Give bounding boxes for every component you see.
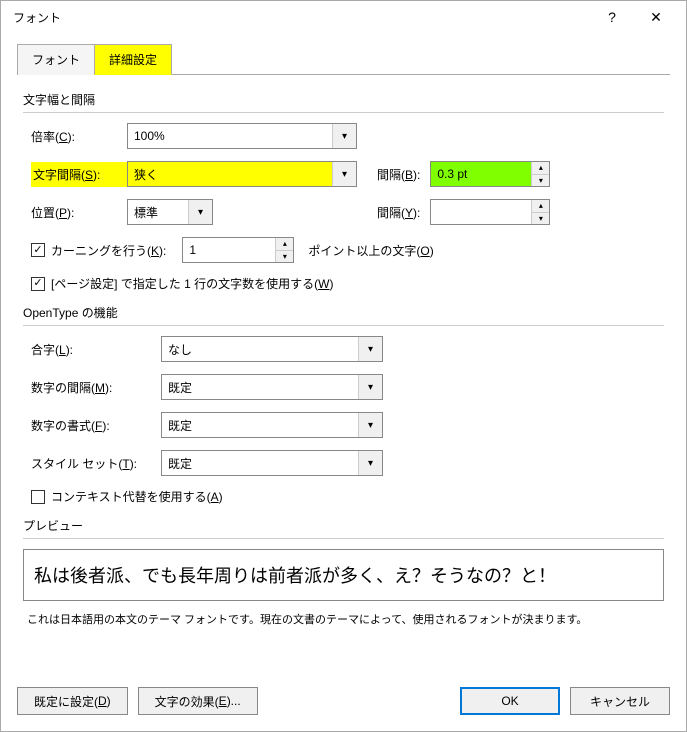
spin-down-icon: ▾ <box>532 175 549 187</box>
titlebar: フォント ? ✕ <box>1 1 686 33</box>
char-spacing-select[interactable]: 狭く ▾ <box>127 161 357 187</box>
num-forms-select[interactable]: 既定 ▾ <box>161 412 383 438</box>
ligatures-label: 合字(L): <box>31 341 161 358</box>
tab-strip: フォント 詳細設定 <box>17 43 670 75</box>
scale-label: 倍率(C): <box>31 128 127 145</box>
ok-button[interactable]: OK <box>460 687 560 715</box>
spinner-buttons[interactable]: ▴▾ <box>531 200 549 224</box>
footer: 既定に設定(D) 文字の効果(E)... OK キャンセル <box>1 675 686 731</box>
position-by-input[interactable]: ▴▾ <box>430 199 550 225</box>
grid-checkbox[interactable]: ✓ [ページ設定] で指定した 1 行の文字数を使用する(W) <box>31 275 333 292</box>
kerning-checkbox[interactable]: ✓ カーニングを行う(K): <box>31 242 166 259</box>
kerning-suffix: ポイント以上の文字(O) <box>308 242 433 259</box>
cancel-button[interactable]: キャンセル <box>570 687 670 715</box>
num-spacing-select[interactable]: 既定 ▾ <box>161 374 383 400</box>
group-title: 文字幅と間隔 <box>23 91 664 108</box>
style-set-label: スタイル セット(T): <box>31 455 161 472</box>
tab-font[interactable]: フォント <box>17 44 95 75</box>
set-default-button[interactable]: 既定に設定(D) <box>17 687 128 715</box>
chevron-down-icon: ▾ <box>358 337 382 361</box>
close-button[interactable]: ✕ <box>634 3 678 31</box>
chevron-down-icon: ▾ <box>358 375 382 399</box>
num-spacing-label: 数字の間隔(M): <box>31 379 161 396</box>
checkbox-icon <box>31 490 45 504</box>
tab-advanced[interactable]: 詳細設定 <box>94 44 172 75</box>
group-preview: プレビュー 私は後者派、でも長年周りは前者派が多く、え？そうなの？と！ これは日… <box>23 517 664 627</box>
checkbox-icon: ✓ <box>31 277 45 291</box>
divider <box>23 325 664 326</box>
divider <box>23 538 664 539</box>
group-char-spacing: 文字幅と間隔 倍率(C): 100% ▾ 文字間隔(S): 狭く ▾ 間隔(B) <box>23 91 664 292</box>
position-select[interactable]: 標準 ▾ <box>127 199 213 225</box>
spacing-by-label: 間隔(B): <box>377 166 420 183</box>
scale-select[interactable]: 100% ▾ <box>127 123 357 149</box>
spinner-buttons[interactable]: ▴▾ <box>531 162 549 186</box>
content: フォント 詳細設定 文字幅と間隔 倍率(C): 100% ▾ 文字間隔(S): … <box>1 33 686 675</box>
num-forms-label: 数字の書式(F): <box>31 417 161 434</box>
chevron-down-icon: ▾ <box>358 413 382 437</box>
spin-up-icon: ▴ <box>276 238 293 251</box>
window-title: フォント <box>13 9 590 26</box>
divider <box>23 112 664 113</box>
chevron-down-icon: ▾ <box>332 124 356 148</box>
checkbox-icon: ✓ <box>31 243 45 257</box>
context-alt-checkbox[interactable]: コンテキスト代替を使用する(A) <box>31 488 223 505</box>
help-button[interactable]: ? <box>590 3 634 31</box>
position-label: 位置(P): <box>31 204 127 221</box>
chevron-down-icon: ▾ <box>332 162 356 186</box>
group-title: プレビュー <box>23 517 664 534</box>
group-title: OpenType の機能 <box>23 304 664 321</box>
chevron-down-icon: ▾ <box>358 451 382 475</box>
spin-down-icon: ▾ <box>532 213 549 225</box>
position-by-label: 間隔(Y): <box>377 204 420 221</box>
kerning-points-input[interactable]: 1 ▴▾ <box>182 237 294 263</box>
preview-note: これは日本語用の本文のテーマ フォントです。現在の文書のテーマによって、使用され… <box>23 611 664 627</box>
ligatures-select[interactable]: なし ▾ <box>161 336 383 362</box>
preview-box: 私は後者派、でも長年周りは前者派が多く、え？そうなの？と！ <box>23 549 664 601</box>
font-dialog: フォント ? ✕ フォント 詳細設定 文字幅と間隔 倍率(C): 100% ▾ <box>0 0 687 732</box>
spin-up-icon: ▴ <box>532 162 549 175</box>
style-set-select[interactable]: 既定 ▾ <box>161 450 383 476</box>
text-effects-button[interactable]: 文字の効果(E)... <box>138 687 258 715</box>
spacing-by-input[interactable]: 0.3 pt ▴▾ <box>430 161 550 187</box>
spin-down-icon: ▾ <box>276 251 293 263</box>
char-spacing-label: 文字間隔(S): <box>31 162 127 187</box>
chevron-down-icon: ▾ <box>188 200 212 224</box>
tab-body: 文字幅と間隔 倍率(C): 100% ▾ 文字間隔(S): 狭く ▾ 間隔(B) <box>17 75 670 643</box>
group-opentype: OpenType の機能 合字(L): なし ▾ 数字の間隔(M): 既定 ▾ <box>23 304 664 505</box>
spin-up-icon: ▴ <box>532 200 549 213</box>
spinner-buttons[interactable]: ▴▾ <box>275 238 293 262</box>
